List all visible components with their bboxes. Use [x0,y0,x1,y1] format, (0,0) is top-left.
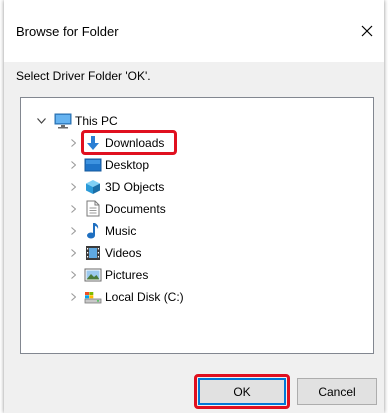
chevron-right-icon[interactable] [68,176,78,197]
chevron-down-icon[interactable] [35,117,47,124]
tree-item-label: Local Disk (C:) [105,289,184,304]
film-icon [84,244,102,262]
document-icon [84,200,102,218]
ok-highlight-box [194,374,290,409]
close-button[interactable] [352,16,382,46]
3d-objects-icon [84,178,102,196]
monitor-icon [54,112,72,130]
tree-item-documents[interactable]: Documents [68,198,166,219]
tree-item-desktop[interactable]: Desktop [68,154,149,175]
tree-item-label: Documents [105,201,166,216]
dialog-prompt: Select Driver Folder 'OK'. [16,69,151,83]
folder-tree[interactable]: This PC Downloads Desktop 3D Objects Doc… [20,97,374,354]
close-icon [361,25,373,37]
tree-item-label: Music [105,223,137,238]
dialog-title: Browse for Folder [16,24,119,39]
chevron-right-icon[interactable] [68,242,78,263]
tree-item-videos[interactable]: Videos [68,242,141,263]
browse-for-folder-dialog: Browse for Folder Select Driver Folder '… [4,0,384,413]
desktop-folder-icon [84,156,102,174]
tree-item-local-disk-c[interactable]: Local Disk (C:) [68,286,184,307]
tree-item-this-pc[interactable]: This PC [35,110,118,131]
tree-item-3d-objects[interactable]: 3D Objects [68,176,164,197]
tree-item-label: Pictures [105,267,149,282]
tree-item-pictures[interactable]: Pictures [68,264,148,285]
tree-item-label: Videos [105,245,142,260]
tree-item-label: Desktop [105,157,150,172]
chevron-right-icon[interactable] [68,132,78,153]
chevron-right-icon[interactable] [68,220,78,241]
chevron-right-icon[interactable] [68,264,78,285]
pictures-icon [84,266,102,284]
chevron-right-icon[interactable] [68,154,78,175]
drive-icon [84,288,102,306]
tree-item-label: This PC [75,113,118,128]
chevron-right-icon[interactable] [68,286,78,307]
cancel-button[interactable]: Cancel [297,378,377,405]
tree-item-label: 3D Objects [105,179,165,194]
downloads-highlight-box [81,130,177,155]
cancel-button-label: Cancel [318,384,356,399]
title-bar: Browse for Folder [4,0,384,62]
chevron-right-icon[interactable] [68,198,78,219]
tree-item-music[interactable]: Music [68,220,136,241]
music-note-icon [84,222,102,240]
